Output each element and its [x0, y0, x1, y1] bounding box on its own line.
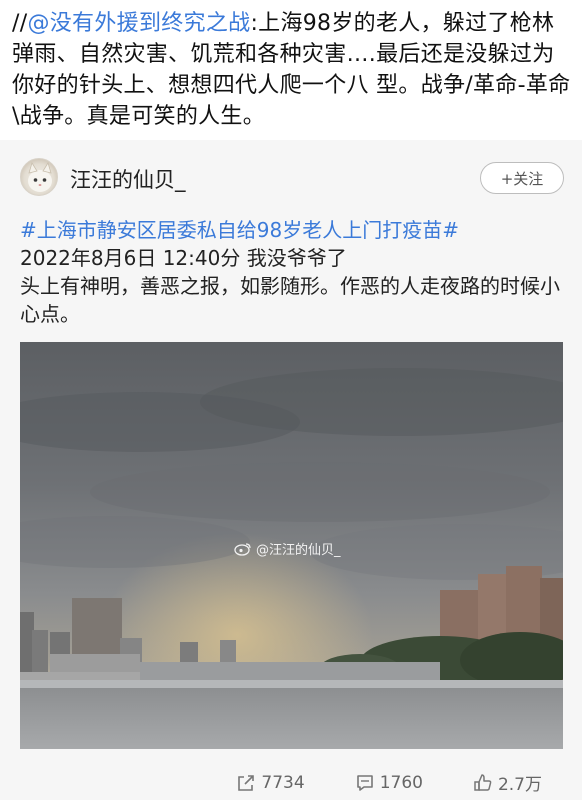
photo-watermark: @汪汪的仙贝_ [234, 539, 341, 558]
like-action[interactable]: 2.7万 [473, 770, 542, 795]
follow-button[interactable]: +关注 [480, 162, 564, 194]
comment-bubble-icon [356, 774, 373, 791]
hashtag-link[interactable]: #上海市静安区居委私自给98岁老人上门打疫苗# [20, 216, 570, 244]
post-date-line: 2022年8月6日 12:40分 我没爷爷了 [20, 246, 347, 270]
comment-action[interactable]: 1760 [355, 773, 423, 793]
comment-count: 1760 [379, 772, 423, 793]
cat-avatar-icon [28, 162, 52, 192]
repost-prefix: // [12, 11, 28, 36]
avatar[interactable] [20, 158, 58, 196]
watermark-text: @汪汪的仙贝_ [256, 543, 341, 558]
action-bar: 7734 1760 2.7万 [0, 765, 582, 800]
repost-count: 7734 [261, 772, 305, 793]
post-photo[interactable]: @汪汪的仙贝_ [20, 342, 563, 749]
original-post-card: 汪汪的仙贝_ +关注 #上海市静安区居委私自给98岁老人上门打疫苗# 2022年… [0, 140, 582, 800]
weibo-logo-icon [234, 542, 251, 556]
repost-action[interactable]: 7734 [236, 772, 305, 793]
username[interactable]: 汪汪的仙贝_ [70, 164, 186, 194]
thumbs-up-icon [474, 773, 492, 791]
post-body: #上海市静安区居委私自给98岁老人上门打疫苗# 2022年8月6日 12:40分… [20, 216, 570, 328]
repost-comment-text: //@没有外援到终究之战:上海98岁的老人，躲过了枪林弹雨、自然灾害、饥荒和各种… [12, 8, 574, 132]
like-count: 2.7万 [497, 775, 542, 795]
share-arrow-icon [238, 774, 255, 791]
post-text-line: 头上有神明，善恶之报，如影随形。作恶的人走夜路的时候小心点。 [20, 274, 560, 326]
mention-link[interactable]: @没有外援到终究之战 [27, 11, 250, 36]
